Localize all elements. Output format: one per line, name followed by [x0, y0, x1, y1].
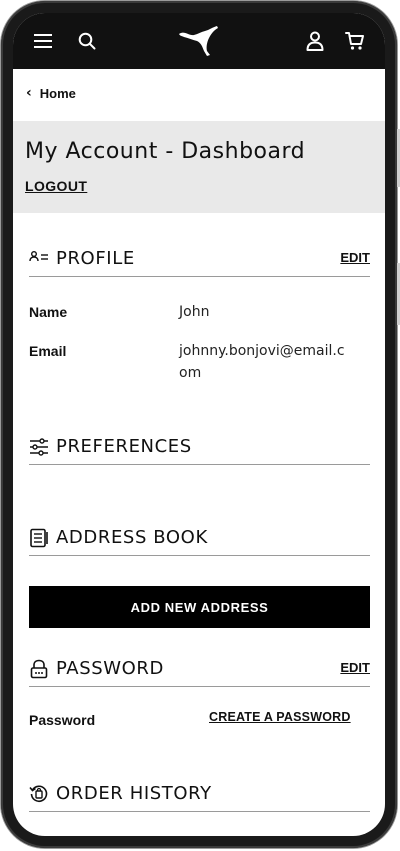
user-icon[interactable]: [303, 29, 327, 53]
order-history-title: ORDER HISTORY: [56, 783, 212, 804]
email-label: Email: [29, 343, 67, 359]
breadcrumb-home-link[interactable]: Home: [40, 86, 76, 101]
name-label: Name: [29, 304, 68, 320]
lock-icon: [29, 659, 49, 679]
password-label: Password: [29, 712, 96, 728]
create-password-link[interactable]: CREATE A PASSWORD: [209, 710, 351, 724]
profile-section-header: PROFILE EDIT: [29, 245, 370, 277]
search-icon[interactable]: [75, 29, 99, 53]
app-screen: ‹ Home My Account - Dashboard LOGOUT PRO…: [13, 13, 385, 836]
top-navigation-bar: [13, 13, 385, 69]
order-history-section-header: ORDER HISTORY: [29, 780, 370, 812]
profile-title: PROFILE: [56, 248, 135, 269]
name-value: John: [179, 304, 210, 320]
address-book-section-header: ADDRESS BOOK: [29, 524, 370, 556]
sliders-icon: [29, 437, 49, 457]
hamburger-menu-icon[interactable]: [31, 29, 55, 53]
address-book-icon: [29, 528, 49, 548]
password-title: PASSWORD: [56, 658, 165, 679]
chevron-left-icon: ‹: [26, 85, 32, 101]
profile-edit-link[interactable]: EDIT: [340, 250, 370, 265]
profile-list-icon: [29, 249, 49, 269]
breadcrumb[interactable]: ‹ Home: [26, 81, 76, 105]
account-banner: My Account - Dashboard LOGOUT: [13, 121, 385, 213]
puma-logo-icon[interactable]: [176, 25, 220, 57]
logout-link[interactable]: LOGOUT: [25, 178, 87, 194]
phone-frame: ‹ Home My Account - Dashboard LOGOUT PRO…: [1, 1, 400, 848]
address-book-title: ADDRESS BOOK: [56, 527, 208, 548]
page-title: My Account - Dashboard: [25, 139, 306, 164]
preferences-title: PREFERENCES: [56, 436, 192, 457]
cart-icon[interactable]: [343, 29, 367, 53]
password-section-header: PASSWORD EDIT: [29, 655, 370, 687]
email-value: johnny.bonjovi@email.com: [179, 343, 345, 381]
add-new-address-button[interactable]: ADD NEW ADDRESS: [29, 586, 370, 628]
preferences-section-header: PREFERENCES: [29, 433, 370, 465]
order-history-icon: [29, 784, 49, 804]
password-edit-link[interactable]: EDIT: [340, 660, 370, 675]
